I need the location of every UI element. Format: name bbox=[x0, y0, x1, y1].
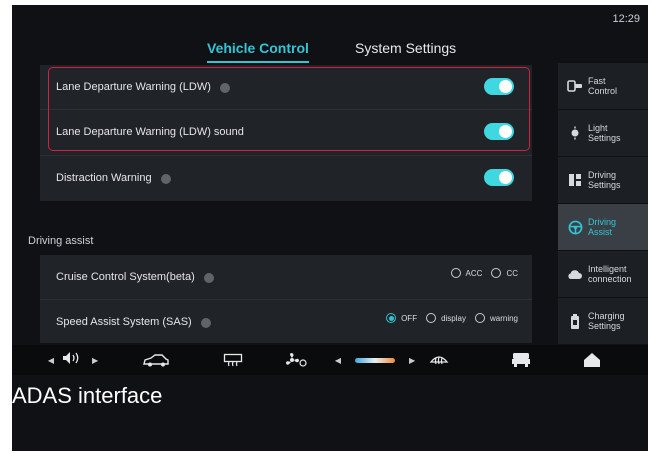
sidebar-item-light-settings[interactable]: Light Settings bbox=[558, 110, 648, 156]
cloud-icon bbox=[566, 265, 584, 283]
tab-system-settings[interactable]: System Settings bbox=[355, 40, 456, 56]
acc-option[interactable]: ACC bbox=[450, 268, 483, 278]
sidebar-label-line1: Light bbox=[588, 123, 608, 133]
distraction-warning-toggle[interactable] bbox=[484, 169, 514, 186]
cc-label: CC bbox=[506, 268, 518, 278]
info-icon[interactable] bbox=[203, 273, 214, 283]
sidebar-label-line1: Charging bbox=[588, 311, 625, 321]
car-icon[interactable] bbox=[140, 351, 172, 369]
sidebar-label-line2: Assist bbox=[588, 227, 613, 237]
sas-off-option[interactable]: OFF bbox=[386, 313, 417, 323]
rear-defrost-icon[interactable] bbox=[220, 351, 246, 369]
light-icon bbox=[566, 124, 584, 142]
cruise-control-row: Cruise Control System(beta) ACC CC bbox=[40, 255, 532, 299]
seat-icon[interactable] bbox=[508, 351, 534, 369]
sas-warning-label: warning bbox=[489, 313, 518, 323]
info-icon[interactable] bbox=[160, 174, 171, 184]
speed-assist-row: Speed Assist System (SAS) OFF display wa… bbox=[40, 300, 532, 344]
sidebar-label-line2: Settings bbox=[588, 180, 621, 190]
temperature-gradient-bar bbox=[355, 357, 395, 363]
volume-icon[interactable] bbox=[62, 351, 84, 370]
acc-radio[interactable] bbox=[450, 268, 461, 278]
cc-option[interactable]: CC bbox=[491, 268, 518, 278]
info-icon[interactable] bbox=[200, 318, 211, 328]
distraction-warning-label: Distraction Warning bbox=[56, 172, 152, 184]
front-defrost-icon[interactable] bbox=[426, 351, 452, 369]
fast-control-icon bbox=[566, 77, 584, 95]
sas-display-label: display bbox=[441, 313, 466, 323]
steering-wheel-icon bbox=[566, 218, 584, 236]
volume-control: ◀ ▶ bbox=[38, 351, 108, 369]
clock: 12:29 bbox=[612, 13, 640, 25]
sas-warning-option[interactable]: warning bbox=[474, 313, 518, 323]
bottom-bar: ◀ ▶ ◀ ▶ bbox=[12, 345, 648, 375]
battery-icon bbox=[566, 312, 584, 330]
sas-display-option[interactable]: display bbox=[426, 313, 466, 323]
sidebar-label-line2: Control bbox=[588, 86, 618, 96]
sas-display-radio[interactable] bbox=[426, 313, 437, 323]
sidebar-label-line1: Driving bbox=[588, 170, 617, 180]
car-infotainment-screen: 12:29 Vehicle Control System Settings La… bbox=[12, 5, 648, 451]
sidebar-item-charging-settings[interactable]: Charging Settings bbox=[558, 298, 648, 344]
fan-icon[interactable] bbox=[282, 351, 310, 369]
sidebar-label-line1: Intelligent bbox=[588, 264, 627, 274]
cruise-control-options: ACC CC bbox=[442, 268, 518, 278]
caption: ADAS interface bbox=[12, 383, 163, 408]
home-icon[interactable] bbox=[578, 351, 606, 369]
sidebar-label-line2: Settings bbox=[588, 133, 621, 143]
cruise-control-label: Cruise Control System(beta) bbox=[56, 271, 195, 283]
sidebar-item-intelligent-connection[interactable]: Intelligent connection bbox=[558, 251, 648, 297]
sas-off-label: OFF bbox=[401, 313, 418, 323]
speed-assist-label: Speed Assist System (SAS) bbox=[56, 316, 192, 328]
driving-settings-icon bbox=[566, 171, 584, 189]
toggle-knob bbox=[499, 171, 512, 184]
sidebar-label-line1: Driving bbox=[588, 217, 617, 227]
temperature-down-arrow-icon[interactable]: ◀ bbox=[335, 356, 341, 365]
sidebar-label-line2: Settings bbox=[588, 321, 621, 331]
temperature-up-arrow-icon[interactable]: ▶ bbox=[409, 356, 415, 365]
driving-assist-section-title: Driving assist bbox=[28, 235, 94, 247]
sidebar: Fast Control Light Settings Driving Setting… bbox=[558, 63, 648, 344]
highlight-box bbox=[48, 67, 530, 151]
sas-off-radio[interactable] bbox=[386, 313, 397, 323]
sas-warning-radio[interactable] bbox=[474, 313, 485, 323]
acc-label: ACC bbox=[465, 268, 483, 278]
temperature-slider[interactable]: ◀ ▶ bbox=[330, 351, 420, 369]
distraction-warning-row: Distraction Warning bbox=[40, 156, 532, 200]
sidebar-label-line1: Fast bbox=[588, 76, 606, 86]
speed-assist-options: OFF display warning bbox=[377, 313, 518, 323]
top-tabs: Vehicle Control System Settings bbox=[12, 35, 552, 65]
sidebar-item-driving-settings[interactable]: Driving Settings bbox=[558, 157, 648, 203]
cc-radio[interactable] bbox=[491, 268, 502, 278]
volume-up-arrow-icon[interactable]: ▶ bbox=[92, 356, 98, 365]
tab-vehicle-control[interactable]: Vehicle Control bbox=[207, 40, 309, 63]
sidebar-item-fast-control[interactable]: Fast Control bbox=[558, 63, 648, 109]
sidebar-label-line2: connection bbox=[588, 274, 632, 284]
main-content: Lane Departure Warning (LDW) Lane Depart… bbox=[12, 65, 552, 343]
volume-down-arrow-icon[interactable]: ◀ bbox=[48, 356, 54, 365]
sidebar-item-driving-assist[interactable]: Driving Assist bbox=[558, 204, 648, 250]
driving-assist-panel: Cruise Control System(beta) ACC CC Speed… bbox=[40, 255, 532, 343]
